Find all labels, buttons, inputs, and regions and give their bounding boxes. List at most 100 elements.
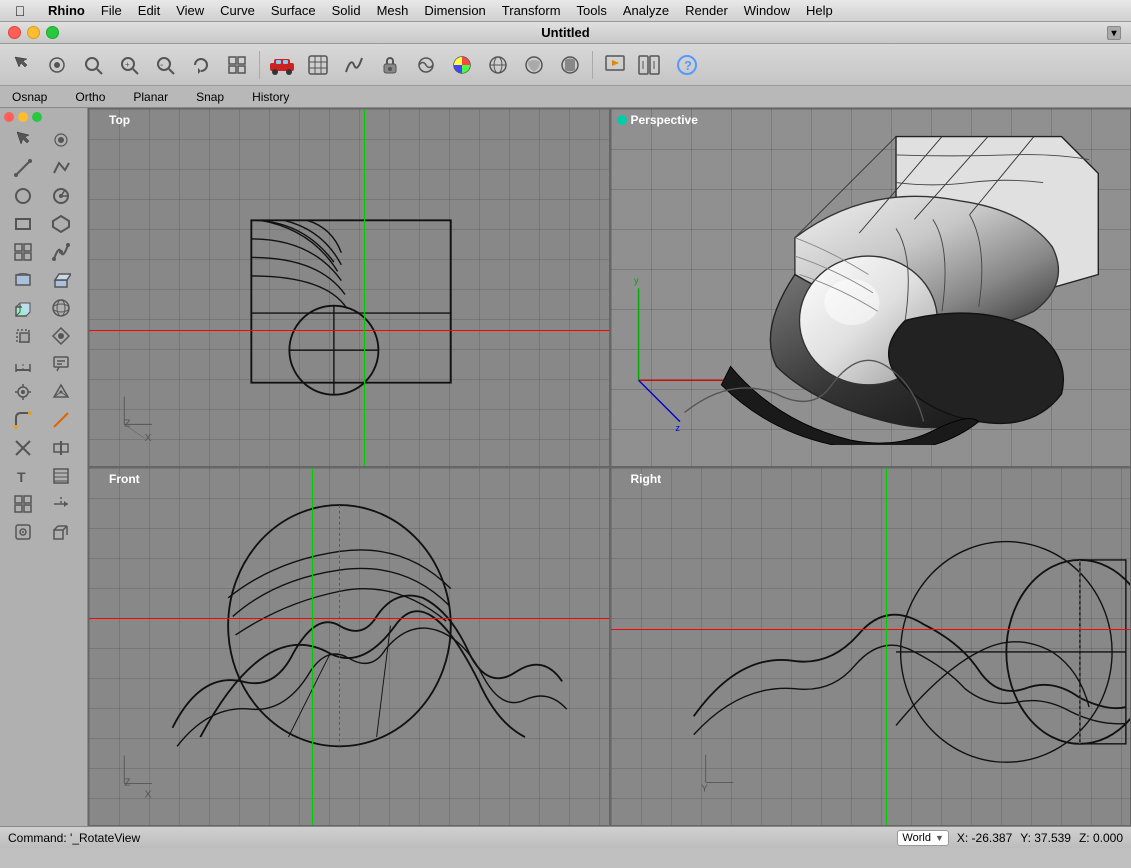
tool-zoom-window[interactable]: + <box>112 48 146 82</box>
lt-edit-pts-icon[interactable] <box>42 238 80 266</box>
tool-globe[interactable] <box>481 48 515 82</box>
lt-extend-icon[interactable] <box>42 406 80 434</box>
lt-trim-icon[interactable] <box>4 434 42 462</box>
tool-viewport-shading[interactable] <box>553 48 587 82</box>
apple-menu[interactable]:  <box>0 3 40 19</box>
menu-help[interactable]: Help <box>798 0 841 22</box>
lt-solid-tools[interactable] <box>4 294 84 322</box>
tool-curve-tools[interactable] <box>337 48 371 82</box>
viewport-top[interactable]: Top <box>88 108 610 467</box>
lt-move-icon[interactable] <box>4 322 42 350</box>
lt-circle-icon[interactable] <box>4 182 42 210</box>
lt-snap-icon[interactable] <box>42 490 80 518</box>
lt-point-cloud-icon[interactable] <box>4 378 42 406</box>
tool-lock[interactable] <box>373 48 407 82</box>
ortho-toggle[interactable]: Ortho <box>71 90 109 104</box>
zoom-button[interactable] <box>46 26 59 39</box>
viewport-front[interactable]: Front <box>88 467 610 826</box>
lt-annotation-icon[interactable] <box>42 350 80 378</box>
lt-select-icon[interactable] <box>4 126 42 154</box>
menu-solid[interactable]: Solid <box>324 0 369 22</box>
planar-toggle[interactable]: Planar <box>129 90 172 104</box>
lt-freeform-icon[interactable] <box>4 238 42 266</box>
lt-surface-tools[interactable] <box>4 266 84 294</box>
lt-object-tools[interactable] <box>4 518 84 546</box>
tool-render[interactable] <box>598 48 632 82</box>
tool-point[interactable] <box>40 48 74 82</box>
tool-car[interactable] <box>265 48 299 82</box>
menu-analyze[interactable]: Analyze <box>615 0 677 22</box>
menu-dimension[interactable]: Dimension <box>416 0 493 22</box>
lt-extrude-icon[interactable] <box>42 266 80 294</box>
lt-minimize[interactable] <box>18 112 28 122</box>
menu-view[interactable]: View <box>168 0 212 22</box>
minimize-button[interactable] <box>27 26 40 39</box>
lt-hatch-icon[interactable] <box>42 462 80 490</box>
lt-mesh-tools-icon[interactable] <box>42 378 80 406</box>
lt-arc-icon[interactable] <box>42 182 80 210</box>
viewport-top-dot <box>95 115 105 125</box>
tool-color[interactable] <box>445 48 479 82</box>
menu-render[interactable]: Render <box>677 0 736 22</box>
lt-curve-tools-1[interactable] <box>4 154 84 182</box>
lt-box-icon[interactable] <box>4 294 42 322</box>
history-toggle[interactable]: History <box>248 90 293 104</box>
lt-scale-icon[interactable] <box>42 322 80 350</box>
front-green-line <box>312 468 313 825</box>
lt-polyline-icon[interactable] <box>42 154 80 182</box>
viewport-right[interactable]: Right Y <box>610 467 1131 826</box>
menu-curve[interactable]: Curve <box>212 0 263 22</box>
collapse-button[interactable]: ▾ <box>1107 26 1121 40</box>
lt-analysis-tools[interactable] <box>4 350 84 378</box>
menu-window[interactable]: Window <box>736 0 798 22</box>
menu-file[interactable]: File <box>93 0 130 22</box>
lt-rect-tools[interactable] <box>4 210 84 238</box>
lt-point-icon[interactable] <box>42 126 80 154</box>
lt-fillet-icon[interactable] <box>4 406 42 434</box>
lt-text-icon[interactable]: T <box>4 462 42 490</box>
lt-freeform-tools[interactable] <box>4 238 84 266</box>
lt-zoom[interactable] <box>32 112 42 122</box>
tool-settings[interactable] <box>634 48 668 82</box>
tool-grid[interactable] <box>220 48 254 82</box>
lt-boolean-tools[interactable] <box>4 434 84 462</box>
lt-surface-icon[interactable] <box>4 266 42 294</box>
menu-edit[interactable]: Edit <box>130 0 168 22</box>
lt-sphere-icon[interactable] <box>42 294 80 322</box>
tool-display[interactable] <box>517 48 551 82</box>
menu-mesh[interactable]: Mesh <box>369 0 417 22</box>
snap-toggle[interactable]: Snap <box>192 90 228 104</box>
tool-surface-display[interactable] <box>301 48 335 82</box>
lt-curve-edit-tools[interactable] <box>4 406 84 434</box>
lt-line-icon[interactable] <box>4 154 42 182</box>
close-button[interactable] <box>8 26 21 39</box>
tool-navigate[interactable] <box>4 48 38 82</box>
menu-rhino[interactable]: Rhino <box>40 0 93 22</box>
lt-circle-tools[interactable] <box>4 182 84 210</box>
coord-system-selector[interactable]: World ▼ <box>897 830 948 846</box>
svg-text:y: y <box>633 276 638 286</box>
lt-point-cloud-tools[interactable] <box>4 378 84 406</box>
lt-select-tools[interactable] <box>4 126 84 154</box>
lt-text-tools[interactable]: T <box>4 462 84 490</box>
lt-layout-icon[interactable] <box>4 490 42 518</box>
tool-material[interactable] <box>409 48 443 82</box>
lt-rectangle-icon[interactable] <box>4 210 42 238</box>
menu-transform[interactable]: Transform <box>494 0 569 22</box>
lt-transform-tools[interactable] <box>4 322 84 350</box>
lt-polygon-icon[interactable] <box>42 210 80 238</box>
tool-zoom-in[interactable]: - <box>148 48 182 82</box>
viewport-perspective[interactable]: Perspective <box>610 108 1131 467</box>
lt-block-icon[interactable] <box>42 518 80 546</box>
lt-close[interactable] <box>4 112 14 122</box>
tool-rotate[interactable] <box>184 48 218 82</box>
menu-surface[interactable]: Surface <box>263 0 324 22</box>
menu-tools[interactable]: Tools <box>569 0 615 22</box>
lt-object-props-icon[interactable] <box>4 518 42 546</box>
lt-dimension-icon[interactable] <box>4 350 42 378</box>
tool-help[interactable]: ? <box>670 48 704 82</box>
osnap-toggle[interactable]: Osnap <box>8 90 51 104</box>
tool-zoom-extent[interactable] <box>76 48 110 82</box>
lt-layout-tools[interactable] <box>4 490 84 518</box>
lt-split-icon[interactable] <box>42 434 80 462</box>
